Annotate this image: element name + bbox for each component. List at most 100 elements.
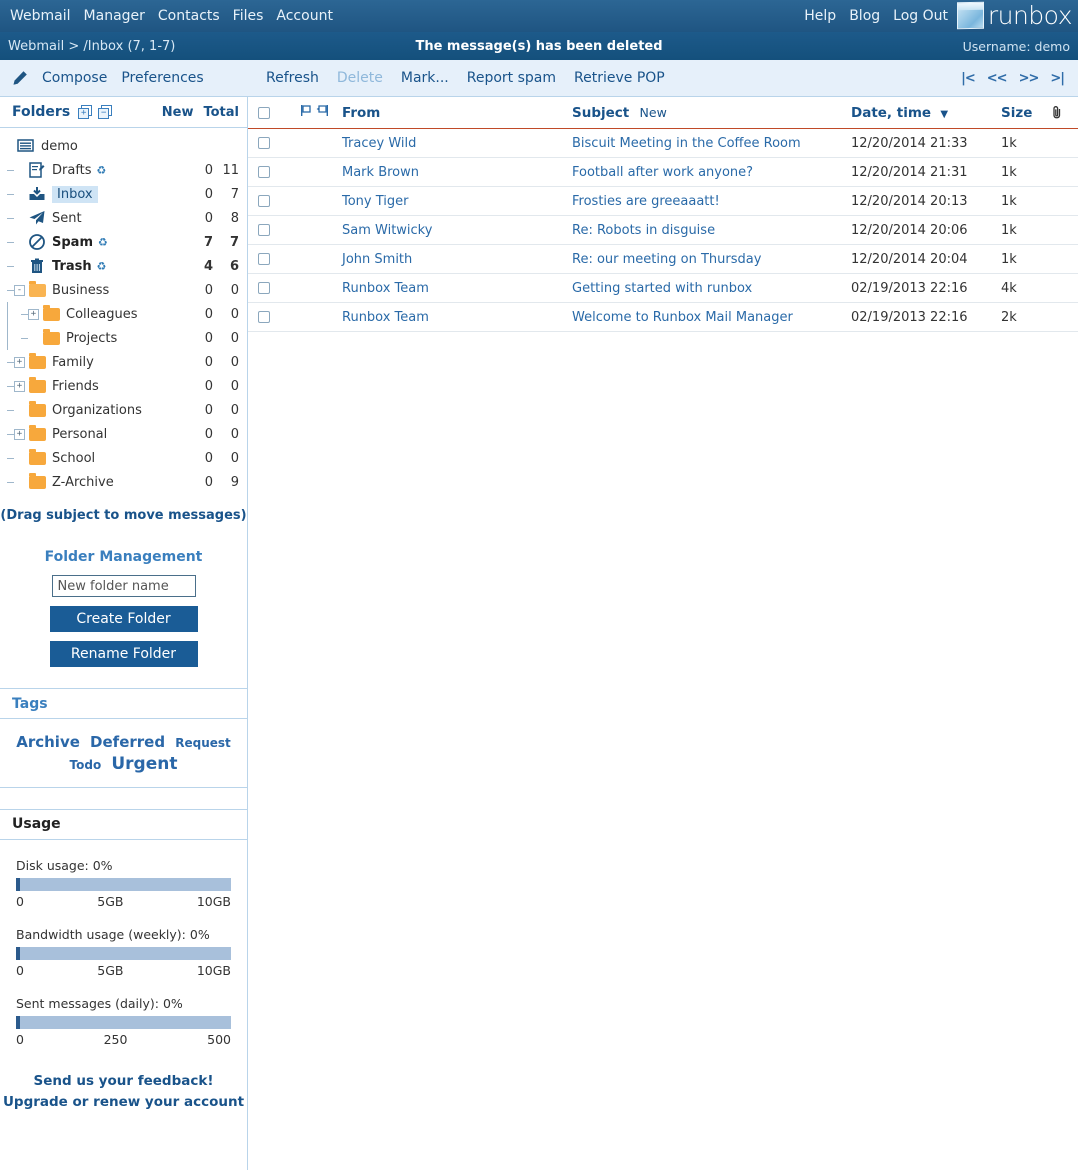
folder-row-organizations[interactable]: Organizations00 (0, 398, 247, 422)
nav-link-help[interactable]: Help (804, 8, 836, 24)
message-checkbox[interactable] (258, 137, 270, 149)
reply-icon[interactable] (316, 104, 329, 121)
pager-prev-button[interactable]: << (987, 71, 1007, 86)
new-folder-name-input[interactable] (52, 575, 196, 597)
nav-link-log-out[interactable]: Log Out (893, 8, 948, 24)
folder-expander-minus-icon[interactable]: - (14, 285, 25, 296)
folder-row-spam[interactable]: Spam♻77 (0, 230, 247, 254)
message-subject-link[interactable]: Biscuit Meeting in the Coffee Room (572, 136, 801, 151)
folder-label[interactable]: Organizations (52, 403, 142, 418)
column-header-size[interactable]: Size (1001, 105, 1046, 121)
report-spam-button[interactable]: Report spam (467, 70, 556, 86)
message-sender-link[interactable]: Mark Brown (342, 165, 419, 180)
folder-label[interactable]: Projects (66, 331, 117, 346)
folder-expander-plus-icon[interactable]: + (14, 381, 25, 392)
folder-row-projects[interactable]: Projects00 (0, 326, 247, 350)
column-header-from[interactable]: From (342, 105, 572, 121)
folder-expander-plus-icon[interactable]: + (14, 357, 25, 368)
message-row[interactable]: Mark BrownFootball after work anyone?12/… (248, 158, 1078, 187)
pager-first-button[interactable]: |< (961, 71, 975, 86)
retrieve-pop-button[interactable]: Retrieve POP (574, 70, 665, 86)
folder-row-school[interactable]: School00 (0, 446, 247, 470)
column-header-subject[interactable]: Subject (572, 105, 629, 121)
folder-row-colleagues[interactable]: +Colleagues00 (0, 302, 247, 326)
expand-all-icon[interactable]: + (78, 105, 93, 119)
paperclip-icon[interactable] (1046, 105, 1068, 120)
delete-button[interactable]: Delete (337, 70, 383, 86)
preferences-button[interactable]: Preferences (121, 70, 203, 86)
folder-row-trash[interactable]: Trash♻46 (0, 254, 247, 278)
tag-archive[interactable]: Archive (16, 733, 80, 751)
message-row[interactable]: Sam WitwickyRe: Robots in disguise12/20/… (248, 216, 1078, 245)
message-checkbox[interactable] (258, 224, 270, 236)
mark-button[interactable]: Mark... (401, 70, 449, 86)
message-sender-link[interactable]: John Smith (342, 252, 412, 267)
message-row[interactable]: Tracey Wild Biscuit Meeting in the Coffee… (248, 129, 1078, 158)
folder-row-inbox[interactable]: Inbox07 (0, 182, 247, 206)
folder-row-family[interactable]: +Family00 (0, 350, 247, 374)
create-folder-button[interactable]: Create Folder (50, 606, 198, 632)
nav-link-files[interactable]: Files (233, 8, 264, 24)
compose-button[interactable]: Compose (42, 70, 107, 86)
message-checkbox[interactable] (258, 311, 270, 323)
message-row[interactable]: John SmithRe: our meeting on Thursday12/… (248, 245, 1078, 274)
tag-request[interactable]: Request (175, 736, 231, 750)
column-header-date[interactable]: Date, time (851, 105, 931, 121)
folder-label[interactable]: Inbox (52, 186, 98, 203)
folder-label[interactable]: Z-Archive (52, 475, 114, 490)
pager-last-button[interactable]: >| (1050, 71, 1064, 86)
nav-link-account[interactable]: Account (276, 8, 333, 24)
message-checkbox[interactable] (258, 195, 270, 207)
message-row[interactable]: Tony TigerFrosties are greeaaatt!12/20/2… (248, 187, 1078, 216)
flag-icon[interactable] (300, 104, 313, 121)
recycle-icon[interactable]: ♻ (97, 260, 107, 273)
folder-label[interactable]: Sent (52, 211, 82, 226)
nav-link-manager[interactable]: Manager (84, 8, 145, 24)
message-sender-link[interactable]: Tracey Wild (342, 136, 416, 151)
folder-label[interactable]: Colleagues (66, 307, 137, 322)
message-subject-link[interactable]: Welcome to Runbox Mail Manager (572, 310, 793, 325)
message-row[interactable]: Runbox TeamGetting started with runbox02… (248, 274, 1078, 303)
folder-row-friends[interactable]: +Friends00 (0, 374, 247, 398)
tag-todo[interactable]: Todo (70, 758, 102, 772)
column-header-subject-new[interactable]: New (640, 105, 667, 120)
tree-row-account[interactable]: demo (0, 134, 247, 158)
refresh-button[interactable]: Refresh (266, 70, 319, 86)
message-subject-link[interactable]: Football after work anyone? (572, 165, 753, 180)
folder-label[interactable]: Family (52, 355, 94, 370)
message-row[interactable]: Runbox Team Welcome to Runbox Mail Manage… (248, 303, 1078, 332)
folder-label[interactable]: Friends (52, 379, 99, 394)
message-subject-link[interactable]: Re: Robots in disguise (572, 223, 715, 238)
message-sender-link[interactable]: Runbox Team (342, 310, 429, 325)
message-checkbox[interactable] (258, 253, 270, 265)
message-subject-link[interactable]: Re: our meeting on Thursday (572, 252, 761, 267)
tag-urgent[interactable]: Urgent (111, 754, 177, 774)
folder-row-z-archive[interactable]: Z-Archive09 (0, 470, 247, 494)
folder-label[interactable]: Personal (52, 427, 107, 442)
nav-link-blog[interactable]: Blog (849, 8, 880, 24)
folder-row-personal[interactable]: +Personal00 (0, 422, 247, 446)
message-subject-link[interactable]: Frosties are greeaaatt! (572, 194, 720, 209)
select-all-checkbox[interactable] (258, 107, 270, 119)
recycle-icon[interactable]: ♻ (98, 236, 108, 249)
tag-deferred[interactable]: Deferred (90, 733, 165, 751)
message-sender-link[interactable]: Tony Tiger (342, 194, 409, 209)
message-checkbox[interactable] (258, 282, 270, 294)
sort-descending-icon[interactable]: ▼ (940, 109, 948, 120)
recycle-icon[interactable]: ♻ (97, 164, 107, 177)
folder-expander-plus-icon[interactable]: + (14, 429, 25, 440)
folder-row-business[interactable]: -Business00 (0, 278, 247, 302)
folder-row-drafts[interactable]: Drafts♻011 (0, 158, 247, 182)
folder-label[interactable]: Business (52, 283, 109, 298)
upgrade-link[interactable]: Upgrade or renew your account (0, 1094, 247, 1110)
folder-label[interactable]: Drafts (52, 163, 92, 178)
message-checkbox[interactable] (258, 166, 270, 178)
pager-next-button[interactable]: >> (1019, 71, 1039, 86)
nav-link-webmail[interactable]: Webmail (10, 8, 71, 24)
feedback-link[interactable]: Send us your feedback! (0, 1073, 247, 1089)
runbox-logo[interactable]: runbox (957, 1, 1072, 30)
folder-row-sent[interactable]: Sent08 (0, 206, 247, 230)
collapse-all-icon[interactable]: − (98, 105, 113, 119)
message-sender-link[interactable]: Sam Witwicky (342, 223, 432, 238)
rename-folder-button[interactable]: Rename Folder (50, 641, 198, 667)
